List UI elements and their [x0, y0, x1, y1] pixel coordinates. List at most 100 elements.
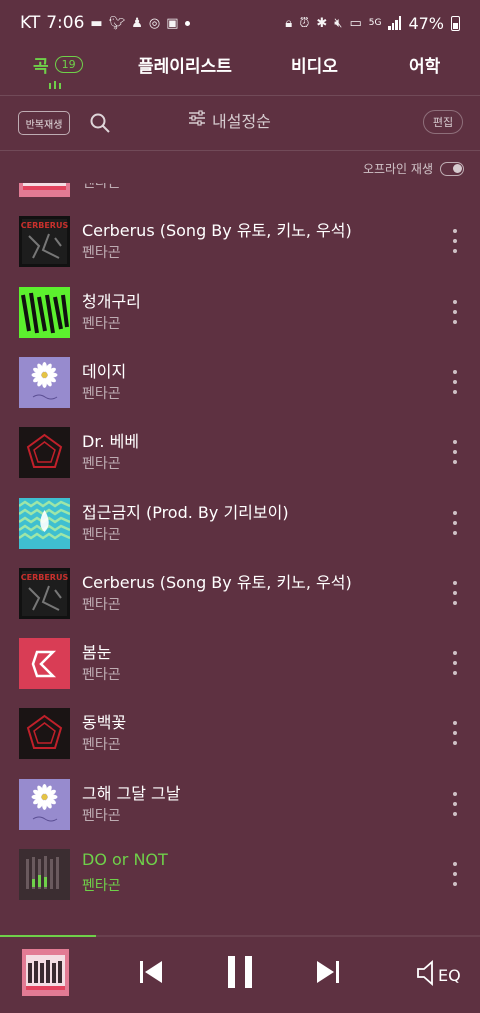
repeat-label: 반복재생 — [25, 119, 63, 131]
tab-language[interactable]: 어학 — [409, 52, 440, 77]
album-art — [19, 778, 70, 830]
previous-icon[interactable] — [139, 959, 163, 989]
alarm-icon: ⏰︎ — [299, 15, 310, 31]
edit-label: 편집 — [432, 116, 454, 129]
sort-label: 내설정순 — [212, 112, 271, 131]
svg-text:CERBERUS: CERBERUS — [21, 221, 69, 230]
notification-icon: ♟ — [131, 15, 143, 31]
offline-play: 오프라인 재생 — [363, 160, 464, 177]
eq-button[interactable]: EQ — [416, 960, 461, 990]
song-artist: 펜타곤 — [82, 737, 121, 754]
song-row[interactable]: Dr. 베베펜타곤 — [0, 418, 480, 488]
battery-percent: 47% — [408, 13, 444, 33]
album-art — [19, 708, 70, 760]
more-options-icon[interactable] — [450, 229, 460, 254]
song-title: 봄눈 — [82, 643, 112, 663]
song-title: Cerberus (Song By 유토, 키노, 우석) — [82, 221, 352, 241]
edit-button[interactable]: 편집 — [423, 110, 463, 134]
song-title: 데이지 — [82, 361, 127, 381]
network-type: 5G — [368, 18, 382, 28]
tab-songs[interactable]: 곡 19 — [33, 52, 83, 77]
sort-button[interactable]: 내설정순 — [188, 108, 271, 132]
status-bar: KT 7:06 ▬ 🐦︎ ♟ ◎ ▣ 🔒︎ ⏰︎ ✱ 🔇︎ ▭ 5G 47% — [0, 0, 480, 46]
search-icon[interactable] — [88, 111, 112, 135]
song-row[interactable]: CERBERUS Cerberus (Song By 유토, 키노, 우석) 펜타곤 — [0, 559, 480, 629]
mini-player: EQ — [0, 935, 480, 1013]
album-art — [19, 427, 70, 479]
battery-icon — [451, 15, 460, 31]
more-notifications-icon — [184, 20, 190, 26]
ridi-icon: ▣ — [166, 15, 179, 31]
more-options-icon[interactable] — [450, 299, 460, 324]
song-row[interactable]: 동백꽃펜타곤 — [0, 699, 480, 769]
category-tabs: 곡 19 플레이리스트 비디오 어학 — [0, 46, 480, 96]
tab-label: 플레이리스트 — [138, 57, 232, 77]
album-art — [19, 286, 70, 338]
hd-icon: ▭ — [349, 15, 362, 31]
song-artist: 펜타곤 — [82, 456, 121, 473]
now-playing-eq-icon — [49, 81, 61, 89]
pause-icon[interactable] — [226, 955, 254, 993]
more-options-icon[interactable] — [450, 862, 460, 886]
song-artist: 펜타곤 — [82, 807, 121, 824]
album-art: CERBERUS — [19, 567, 70, 619]
song-title: 동백꽃 — [82, 713, 127, 733]
song-row[interactable]: 펜타곤 — [0, 183, 480, 207]
song-row[interactable]: 접근금지 (Prod. By 기리보이) 펜타곤 — [0, 489, 480, 559]
album-art — [19, 183, 70, 197]
song-row[interactable]: 청개구리펜타곤 — [0, 278, 480, 348]
song-artist: 펜타곤 — [82, 315, 121, 332]
song-artist: 펜타곤 — [82, 183, 121, 191]
offline-toggle[interactable] — [440, 161, 464, 176]
toolbar: 반복재생 내설정순 편집 — [0, 96, 480, 151]
bluetooth-icon: ✱ — [316, 15, 328, 31]
song-title: 청개구리 — [82, 291, 141, 311]
more-options-icon[interactable] — [450, 510, 460, 535]
song-title: 그해 그달 그날 — [82, 783, 181, 803]
song-row[interactable]: 그해 그달 그날펜타곤 — [0, 770, 480, 840]
repeat-button[interactable]: 반복재생 — [18, 111, 70, 135]
song-title: DO or NOT — [82, 850, 168, 869]
song-artist: 펜타곤 — [82, 596, 121, 613]
offline-label: 오프라인 재생 — [362, 162, 433, 176]
next-icon[interactable] — [316, 959, 340, 989]
tab-label: 곡 — [33, 57, 49, 77]
twitter-icon: 🐦︎ — [108, 15, 126, 31]
song-artist: 펜타곤 — [82, 526, 121, 543]
album-art — [19, 497, 70, 549]
pay-icon: ▬ — [90, 15, 103, 31]
song-count-badge: 19 — [54, 56, 83, 73]
speaker-icon — [416, 960, 436, 990]
mute-icon: 🔇︎ — [334, 15, 343, 31]
album-art — [19, 849, 70, 900]
instagram-icon: ◎ — [148, 15, 161, 31]
song-row[interactable]: 봄눈 펜타곤 — [0, 629, 480, 699]
tab-playlist[interactable]: 플레이리스트 — [138, 52, 232, 77]
more-options-icon[interactable] — [450, 440, 460, 465]
tab-video[interactable]: 비디오 — [291, 52, 338, 77]
more-options-icon[interactable] — [450, 651, 460, 676]
album-art — [19, 356, 70, 408]
toolbar-divider — [0, 150, 480, 151]
more-options-icon[interactable] — [450, 580, 460, 605]
more-options-icon[interactable] — [450, 791, 460, 816]
album-art — [19, 638, 70, 690]
tab-label: 비디오 — [291, 57, 338, 77]
song-artist: 펜타곤 — [82, 245, 121, 262]
song-list: 펜타곤 CERBERUS Cerberus (Song By 유토, 키노, 우석)… — [0, 183, 480, 935]
song-title: Dr. 베베 — [82, 432, 140, 452]
more-options-icon[interactable] — [450, 369, 460, 394]
song-row[interactable]: DO or NOT 펜타곤 — [0, 840, 480, 910]
song-row[interactable]: 데이지펜타곤 — [0, 348, 480, 418]
progress-fill — [0, 935, 96, 937]
carrier-label: KT — [20, 13, 41, 33]
lock-icon: 🔒︎ — [285, 15, 293, 31]
album-art: CERBERUS — [19, 216, 70, 268]
now-playing-album-art[interactable] — [22, 949, 69, 996]
song-row[interactable]: CERBERUS Cerberus (Song By 유토, 키노, 우석) 펜타곤 — [0, 207, 480, 277]
song-title: 접근금지 (Prod. By 기리보이) — [82, 502, 289, 522]
song-artist: 펜타곤 — [82, 385, 121, 402]
more-options-icon[interactable] — [450, 721, 460, 746]
sliders-icon — [188, 109, 206, 131]
song-title: Cerberus (Song By 유토, 키노, 우석) — [82, 572, 352, 592]
